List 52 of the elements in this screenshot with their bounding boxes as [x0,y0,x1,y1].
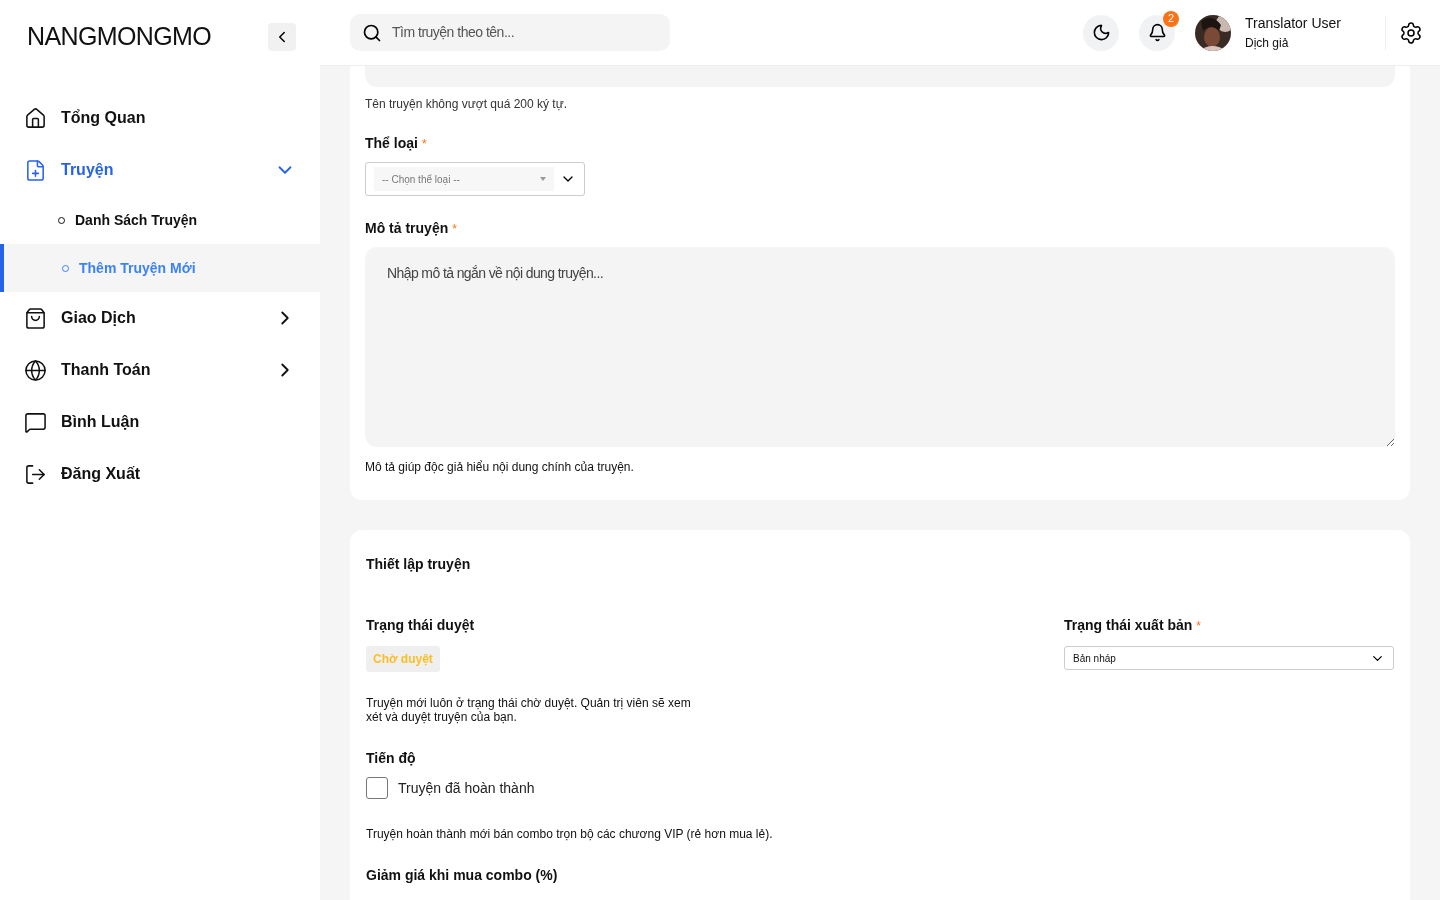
sidebar-item-label: Giao Dịch [61,308,137,328]
checkbox-label: Truyện đã hoàn thành [398,778,535,798]
bag-icon [24,306,47,330]
checkbox[interactable] [366,777,388,799]
field-hint: Truyện hoàn thành mới bán combo trọn bộ các chương VIP (rẻ hơn mua lẻ). [366,826,774,843]
field-hint: Mô tả giúp độc giả hiểu nội dung chính của truyện. [365,459,635,476]
genre-select[interactable]: -- Chọn thể loại -- [365,162,585,196]
field-hint: Truyện mới luôn ở trạng thái chờ duyệt. Quản trị viên sẽ xem xét và duyệt truyện của bạn. [366,696,692,724]
field-hint: Tên truyện không vượt quá 200 ký tự. [365,96,569,113]
search-field[interactable]: Tìm truyện theo tên... [350,14,670,51]
sidebar-item[interactable]: Thanh Toán [0,344,320,396]
bell-icon [1147,23,1167,42]
card-title: Thiết lập truyện [366,555,472,574]
field-label: Trạng thái xuất bản [1064,616,1193,635]
caret-icon [540,177,546,181]
user-name: Translator User [1245,14,1342,33]
required-mark: * [452,220,457,238]
sidebar-item-label: Thanh Toán [61,360,152,380]
publish-status-select[interactable]: Bản nháp [1064,646,1394,670]
sidebar-item[interactable]: Truyện [0,144,320,196]
field-label: Thể loại [365,134,418,153]
user-role: Dịch giả [1245,35,1290,52]
description-field[interactable]: Nhập mô tả ngắn về nội dung truyện... [365,247,1395,447]
sidebar-item[interactable]: Bình Luận [0,396,320,448]
field-label: Mô tả truyện [365,219,449,238]
moon-icon [1091,23,1111,42]
sidebar-item[interactable]: Đăng Xuất [0,448,320,500]
file-plus-icon [24,158,47,182]
status-badge: Chờ duyệt [366,646,440,672]
globe-icon [24,358,47,382]
logout-icon [24,462,47,486]
search-icon [362,22,382,43]
speech-bubble-icon [24,410,47,434]
required-mark: * [421,135,427,153]
sidebar-item[interactable]: Giao Dịch [0,292,320,344]
dark-mode-button[interactable] [1083,14,1119,51]
field-label: Trạng thái duyệt [366,616,475,635]
settings-icon [1399,20,1423,45]
sidebar-item-label: Truyện [61,160,115,180]
logo: NANGMONGMO [27,21,212,53]
sidebar-item-label: Đăng Xuất [61,464,142,484]
house-icon [24,106,47,130]
notification-count: 2 [1163,10,1179,27]
sidebar-item-label: Bình Luận [61,412,141,432]
sidebar-subitem[interactable]: Danh Sách Truyện [0,196,320,244]
search-input[interactable]: Tìm truyện theo tên... [392,22,658,43]
field-label: Giảm giá khi mua combo (%) [366,866,558,885]
sidebar-item[interactable]: Tổng Quan [0,92,320,144]
required-mark: * [1196,617,1202,635]
sidebar-item-label: Tổng Quan [61,108,147,128]
collapse-button[interactable] [268,23,296,51]
field-label: Tiến độ [366,749,416,768]
